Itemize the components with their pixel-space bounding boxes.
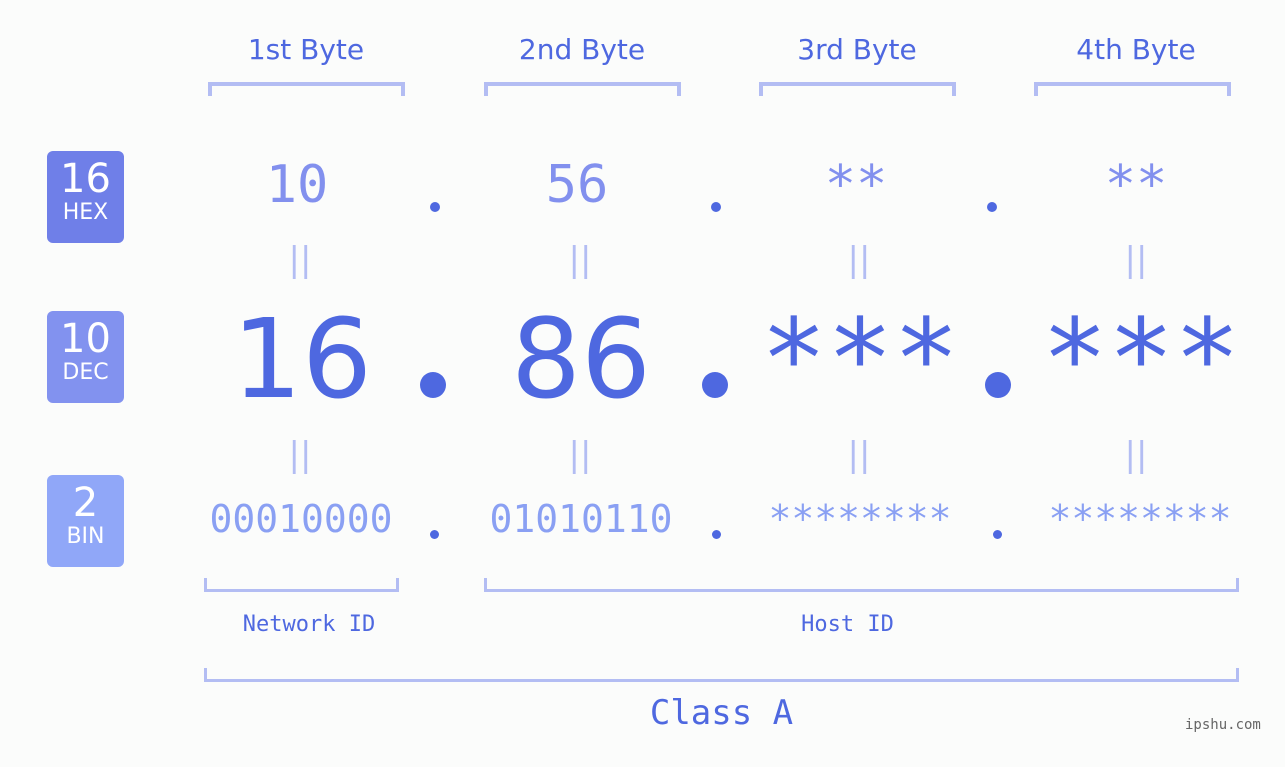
equals-icon: || xyxy=(847,240,871,280)
equals-icon: || xyxy=(847,435,871,475)
dec-separator-dot xyxy=(702,372,728,398)
bin-separator-dot xyxy=(430,530,439,539)
byte-header-2: 2nd Byte xyxy=(518,33,646,66)
byte-bracket-2 xyxy=(484,82,681,96)
bin-badge-unit: BIN xyxy=(66,524,105,549)
bin-value-4: ******** xyxy=(1048,497,1232,541)
dec-value-3: *** xyxy=(760,295,960,423)
bin-badge-number: 2 xyxy=(72,480,99,526)
bin-value-2: 01010110 xyxy=(489,497,673,541)
dec-value-4: *** xyxy=(1041,295,1241,423)
bin-value-1: 00010000 xyxy=(209,497,393,541)
byte-bracket-4 xyxy=(1034,82,1231,96)
network-id-bracket xyxy=(204,578,399,592)
hex-value-4: ** xyxy=(1104,155,1168,215)
hex-badge: 16 HEX xyxy=(47,151,124,243)
bin-value-3: ******** xyxy=(768,497,952,541)
equals-icon: || xyxy=(1124,240,1148,280)
equals-icon: || xyxy=(568,240,592,280)
equals-icon: || xyxy=(288,240,312,280)
hex-separator-dot xyxy=(430,202,440,212)
dec-badge-unit: DEC xyxy=(62,360,109,385)
host-id-label: Host ID xyxy=(801,612,894,637)
hex-separator-dot xyxy=(711,202,721,212)
class-bracket xyxy=(204,668,1239,682)
byte-header-4: 4th Byte xyxy=(1076,33,1196,66)
host-id-bracket xyxy=(484,578,1239,592)
byte-bracket-1 xyxy=(208,82,405,96)
bin-separator-dot xyxy=(712,530,721,539)
bin-separator-dot xyxy=(993,530,1002,539)
dec-separator-dot xyxy=(985,372,1011,398)
byte-header-3: 3rd Byte xyxy=(797,33,917,66)
hex-badge-unit: HEX xyxy=(62,200,109,225)
equals-icon: || xyxy=(1124,435,1148,475)
bin-badge: 2 BIN xyxy=(47,475,124,567)
hex-badge-number: 16 xyxy=(60,156,111,202)
dec-value-2: 86 xyxy=(511,295,651,423)
dec-separator-dot xyxy=(420,372,446,398)
hex-value-3: ** xyxy=(824,155,888,215)
byte-header-1: 1st Byte xyxy=(247,33,365,66)
watermark: ipshu.com xyxy=(1185,717,1261,733)
class-label: Class A xyxy=(649,693,794,733)
dec-badge-number: 10 xyxy=(60,316,111,362)
equals-icon: || xyxy=(288,435,312,475)
hex-value-2: 56 xyxy=(545,155,609,215)
hex-value-1: 10 xyxy=(265,155,329,215)
dec-badge: 10 DEC xyxy=(47,311,124,403)
byte-bracket-3 xyxy=(759,82,956,96)
equals-icon: || xyxy=(568,435,592,475)
hex-separator-dot xyxy=(987,202,997,212)
dec-value-1: 16 xyxy=(232,295,372,423)
network-id-label: Network ID xyxy=(242,612,376,637)
